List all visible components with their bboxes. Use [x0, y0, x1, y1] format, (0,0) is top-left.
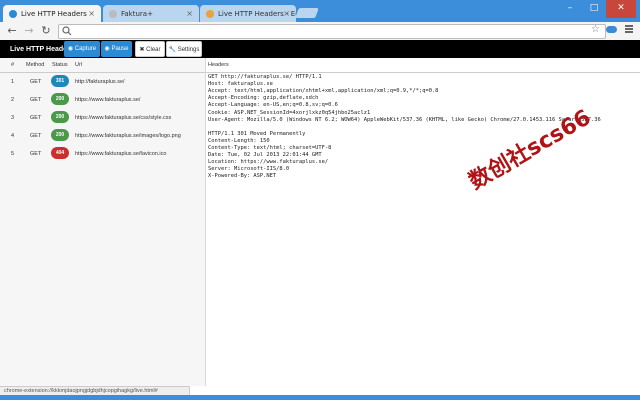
header-line: Host: fakturaplus.se	[208, 81, 273, 88]
record-icon: ◉	[67, 46, 75, 52]
row-url: https://www.fakturaplus.se/images/logo.p…	[75, 133, 181, 139]
row-method: GET	[30, 151, 42, 157]
chrome-menu-icon[interactable]	[625, 25, 633, 34]
row-url: https://www.fakturaplus.se/	[75, 97, 141, 103]
window-bottom-border	[0, 395, 640, 400]
table-row[interactable]: 1 GET 301 http://fakturaplus.se/	[0, 73, 205, 90]
headers-panel-header: Headers	[206, 58, 640, 73]
status-bar: chrome-extension://kkkmjdaojpngjdgbjdhjc…	[0, 386, 190, 395]
header-line: Accept: text/html,application/xhtml+xml,…	[208, 88, 439, 95]
header-line: Date: Tue, 02 Jul 2013 22:01:44 GMT	[208, 152, 322, 159]
status-badge: 200	[51, 111, 69, 123]
minimize-button[interactable]: –	[558, 0, 582, 18]
close-window-button[interactable]: ✕	[606, 0, 636, 18]
col-method: Method	[26, 62, 45, 68]
browser-tab[interactable]: Live HTTP Headers ×	[3, 5, 101, 22]
row-number: 2	[11, 97, 15, 103]
cloud-extension-icon[interactable]	[606, 26, 617, 33]
row-method: GET	[30, 97, 42, 103]
row-url: https://www.fakturaplus.se/css/style.css	[75, 115, 172, 121]
maximize-button[interactable]: □	[582, 0, 606, 18]
clear-button[interactable]: ✖ Clear	[135, 41, 165, 57]
header-line: X-Powered-By: ASP.NET	[208, 173, 277, 180]
tab-favicon-icon	[109, 10, 117, 18]
tab-title: Live HTTP Headers	[21, 10, 87, 18]
header-line: GET http://fakturaplus.se/ HTTP/1.1	[208, 74, 322, 80]
header-line: Server: Microsoft-IIS/8.0	[208, 166, 290, 173]
tab-title: Faktura+	[121, 10, 153, 18]
settings-label: Settings	[177, 47, 200, 53]
table-row[interactable]: 2 GET 200 https://www.fakturaplus.se/	[0, 91, 205, 108]
wrench-icon: 🔧	[168, 47, 178, 53]
back-icon[interactable]: ←	[5, 24, 19, 38]
pause-button[interactable]: ◉ Pause	[101, 41, 132, 57]
col-url: Url	[75, 62, 83, 68]
col-status: Status	[52, 62, 68, 68]
app-header: Live HTTP Headers ◉ Capture ◉ Pause ✖ Cl…	[0, 40, 640, 58]
row-number: 3	[11, 115, 15, 121]
row-number: 4	[11, 133, 15, 139]
status-badge: 200	[51, 129, 69, 141]
clear-label: Clear	[146, 47, 161, 53]
header-line: Content-Type: text/html; charset=UTF-8	[208, 145, 332, 151]
row-number: 5	[11, 151, 15, 157]
table-row[interactable]: 5 GET 404 https://www.fakturaplus.se/favico…	[0, 145, 205, 162]
capture-label: Capture	[74, 46, 97, 52]
table-row[interactable]: 3 GET 200 https://www.fakturaplus.se/css/st…	[0, 109, 205, 126]
search-icon	[62, 26, 72, 36]
status-badge: 404	[51, 147, 69, 159]
headers-title: Headers	[208, 62, 229, 68]
browser-tab[interactable]: Live HTTP Headers - Edit ×	[200, 5, 296, 22]
settings-button[interactable]: 🔧 Settings	[166, 41, 202, 57]
row-url: https://www.fakturaplus.se/favicon.ico	[75, 151, 167, 157]
row-method: GET	[30, 115, 42, 121]
address-bar[interactable]	[58, 24, 606, 39]
col-num: #	[11, 62, 15, 68]
tab-favicon-icon	[9, 10, 17, 18]
request-list-panel: # Method Status Url 1 GET 301 http://faktur…	[0, 58, 206, 386]
row-method: GET	[30, 133, 42, 139]
browser-tab[interactable]: Faktura+ ×	[103, 5, 199, 22]
tab-close-icon[interactable]: ×	[283, 9, 290, 18]
table-row[interactable]: 4 GET 200 https://www.fakturaplus.se/images…	[0, 127, 205, 144]
reload-icon[interactable]: ↻	[39, 24, 53, 38]
row-number: 1	[11, 79, 15, 85]
forward-icon[interactable]: →	[22, 24, 36, 38]
new-tab-button[interactable]	[295, 8, 319, 18]
header-line: Accept-Encoding: gzip,deflate,sdch	[208, 95, 319, 102]
status-badge: 200	[51, 93, 69, 105]
bookmark-star-icon[interactable]: ☆	[591, 24, 600, 35]
browser-toolbar: ← → ↻	[0, 22, 640, 41]
tab-close-icon[interactable]: ×	[88, 9, 95, 18]
status-badge: 301	[51, 75, 69, 87]
tab-favicon-icon	[206, 10, 214, 18]
pause-label: Pause	[111, 46, 129, 52]
row-url: http://fakturaplus.se/	[75, 79, 125, 85]
tab-close-icon[interactable]: ×	[186, 9, 193, 18]
header-line: Location: https://www.fakturaplus.se/	[208, 159, 329, 166]
request-table-header: # Method Status Url	[0, 58, 205, 73]
row-method: GET	[30, 79, 42, 85]
capture-button[interactable]: ◉ Capture	[64, 41, 100, 57]
